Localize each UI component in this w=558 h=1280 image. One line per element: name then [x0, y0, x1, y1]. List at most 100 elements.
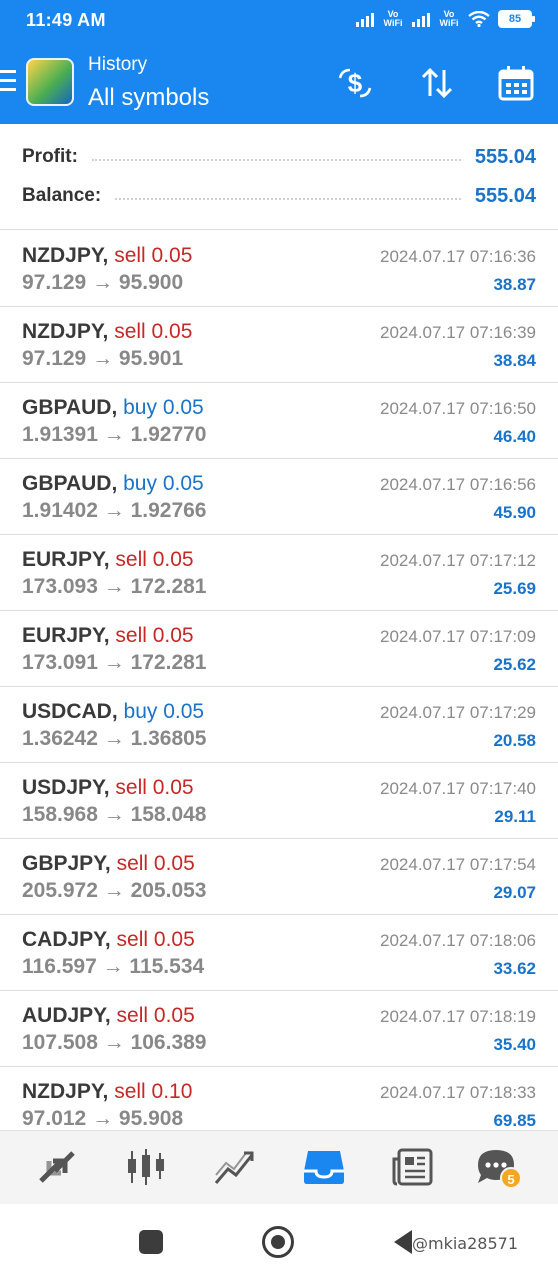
trade-symbol: USDJPY, sell 0.05 — [22, 776, 194, 800]
trade-prices: 1.91391 → 1.92770 — [22, 423, 207, 446]
top-bar: 11:49 AM Vo WiFi Vo WiFi 85 History All … — [0, 0, 558, 124]
app-logo — [26, 58, 74, 106]
trade-prices: 205.972 → 205.053 — [22, 879, 207, 902]
trade-date: 2024.07.17 07:17:09 — [380, 627, 536, 646]
chat-icon[interactable]: 5 — [474, 1147, 522, 1189]
balance-row: Balance: 555.04 — [22, 181, 536, 211]
profit-row: Profit: 555.04 — [22, 142, 536, 172]
signal-icon-2 — [412, 11, 430, 27]
trade-row[interactable]: GBPJPY, sell 0.05 205.972 → 205.053 2024.0… — [0, 839, 558, 915]
header-subtitle: History — [88, 54, 148, 75]
trade-prices: 158.968 → 158.048 — [22, 803, 207, 826]
battery-icon: 85 — [498, 10, 535, 28]
trade-row[interactable]: USDCAD, buy 0.05 1.36242 → 1.36805 2024.07… — [0, 687, 558, 763]
symbol-name: EURJPY, — [22, 548, 110, 571]
trade-profit: 35.40 — [493, 1035, 536, 1054]
trade-symbol: NZDJPY, sell 0.05 — [22, 244, 192, 268]
trade-date: 2024.07.17 07:16:39 — [380, 323, 536, 342]
sort-icon[interactable] — [418, 64, 456, 102]
symbol-name: GBPAUD, — [22, 396, 118, 419]
back-button[interactable] — [394, 1230, 412, 1254]
trade-side: sell 0.05 — [115, 624, 194, 647]
trade-row[interactable]: CADJPY, sell 0.05 116.597 → 115.534 2024.0… — [0, 915, 558, 991]
trade-side: sell 0.05 — [116, 1004, 195, 1027]
recents-button[interactable] — [139, 1230, 163, 1254]
trade-prices: 107.508 → 106.389 — [22, 1031, 207, 1054]
trade-date: 2024.07.17 07:18:33 — [380, 1083, 536, 1102]
trade-row[interactable]: NZDJPY, sell 0.05 97.129 → 95.900 2024.07.… — [0, 231, 558, 307]
trade-prices: 97.129 → 95.900 — [22, 271, 184, 294]
trade-side: sell 0.10 — [114, 1080, 193, 1103]
trade-row[interactable]: AUDJPY, sell 0.05 107.508 → 106.389 2024.0… — [0, 991, 558, 1067]
trade-profit: 38.87 — [493, 275, 536, 294]
trade-side: buy 0.05 — [123, 396, 204, 419]
trade-profit: 33.62 — [493, 959, 536, 978]
symbol-name: USDCAD, — [22, 700, 118, 723]
trade-list: NZDJPY, sell 0.05 97.129 → 95.900 2024.07.… — [0, 231, 558, 1143]
trade-side: sell 0.05 — [116, 852, 195, 875]
menu-icon[interactable] — [0, 70, 16, 92]
trade-profit: 69.85 — [493, 1111, 536, 1130]
symbol-name: EURJPY, — [22, 624, 110, 647]
symbol-name: NZDJPY, — [22, 1080, 109, 1103]
trade-prices: 116.597 → 115.534 — [22, 955, 205, 978]
trade-side: sell 0.05 — [114, 244, 193, 267]
trade-symbol: EURJPY, sell 0.05 — [22, 624, 194, 648]
trade-row[interactable]: EURJPY, sell 0.05 173.093 → 172.281 2024.0… — [0, 535, 558, 611]
trade-side: sell 0.05 — [115, 548, 194, 571]
dotted-leader — [115, 192, 461, 200]
trade-symbol: EURJPY, sell 0.05 — [22, 548, 194, 572]
trade-symbol: NZDJPY, sell 0.10 — [22, 1080, 192, 1104]
svg-text:$: $ — [348, 68, 363, 98]
signal-icon — [356, 11, 374, 27]
trade-profit: 25.69 — [493, 579, 536, 598]
trade-row[interactable]: NZDJPY, sell 0.05 97.129 → 95.901 2024.07.… — [0, 307, 558, 383]
trade-profit: 38.84 — [493, 351, 536, 370]
trade-row[interactable]: GBPAUD, buy 0.05 1.91391 → 1.92770 2024.07… — [0, 383, 558, 459]
calendar-icon[interactable] — [497, 64, 535, 102]
trade-profit: 25.62 — [493, 655, 536, 674]
symbol-name: AUDJPY, — [22, 1004, 111, 1027]
profit-value: 555.04 — [474, 145, 536, 168]
app-header: History All symbols $ — [0, 42, 558, 124]
symbol-name: NZDJPY, — [22, 320, 109, 343]
trade-prices: 97.012 → 95.908 — [22, 1107, 184, 1130]
trade-side: sell 0.05 — [114, 320, 193, 343]
balance-label: Balance: — [22, 185, 102, 206]
watermark: @mkia28571 — [412, 1234, 518, 1253]
trade-date: 2024.07.17 07:18:19 — [380, 1007, 536, 1026]
trade-symbol: GBPAUD, buy 0.05 — [22, 472, 204, 496]
trade-date: 2024.07.17 07:16:56 — [380, 475, 536, 494]
quotes-icon[interactable] — [35, 1147, 79, 1187]
trade-symbol: AUDJPY, sell 0.05 — [22, 1004, 195, 1028]
trade-row[interactable]: EURJPY, sell 0.05 173.091 → 172.281 2024.0… — [0, 611, 558, 687]
chat-badge: 5 — [500, 1167, 522, 1189]
trade-date: 2024.07.17 07:17:12 — [380, 551, 536, 570]
trade-symbol: CADJPY, sell 0.05 — [22, 928, 195, 952]
trade-date: 2024.07.17 07:17:40 — [380, 779, 536, 798]
trade-row[interactable]: USDJPY, sell 0.05 158.968 → 158.048 2024.0… — [0, 763, 558, 839]
chart-icon[interactable] — [124, 1147, 168, 1187]
trade-prices: 173.091 → 172.281 — [22, 651, 207, 674]
news-icon[interactable] — [391, 1147, 435, 1187]
status-time: 11:49 AM — [26, 10, 106, 30]
deposit-icon[interactable]: $ — [336, 64, 374, 102]
trade-icon[interactable] — [212, 1147, 256, 1187]
trade-prices: 1.36242 → 1.36805 — [22, 727, 207, 750]
history-icon[interactable] — [302, 1147, 346, 1187]
header-title[interactable]: All symbols — [88, 84, 209, 112]
trade-prices: 97.129 → 95.901 — [22, 347, 184, 370]
trade-side: sell 0.05 — [116, 928, 195, 951]
status-icons: Vo WiFi Vo WiFi 85 — [356, 9, 535, 28]
wifi-icon — [468, 11, 490, 27]
trade-prices: 1.91402 → 1.92766 — [22, 499, 207, 522]
trade-side: sell 0.05 — [115, 776, 194, 799]
trade-prices: 173.093 → 172.281 — [22, 575, 207, 598]
trade-row[interactable]: GBPAUD, buy 0.05 1.91402 → 1.92766 2024.07… — [0, 459, 558, 535]
symbol-name: GBPAUD, — [22, 472, 118, 495]
trade-date: 2024.07.17 07:17:54 — [380, 855, 536, 874]
vowifi-label: Vo WiFi — [383, 9, 403, 28]
trade-symbol: GBPAUD, buy 0.05 — [22, 396, 204, 420]
trade-side: buy 0.05 — [123, 472, 204, 495]
home-button[interactable] — [262, 1226, 294, 1258]
